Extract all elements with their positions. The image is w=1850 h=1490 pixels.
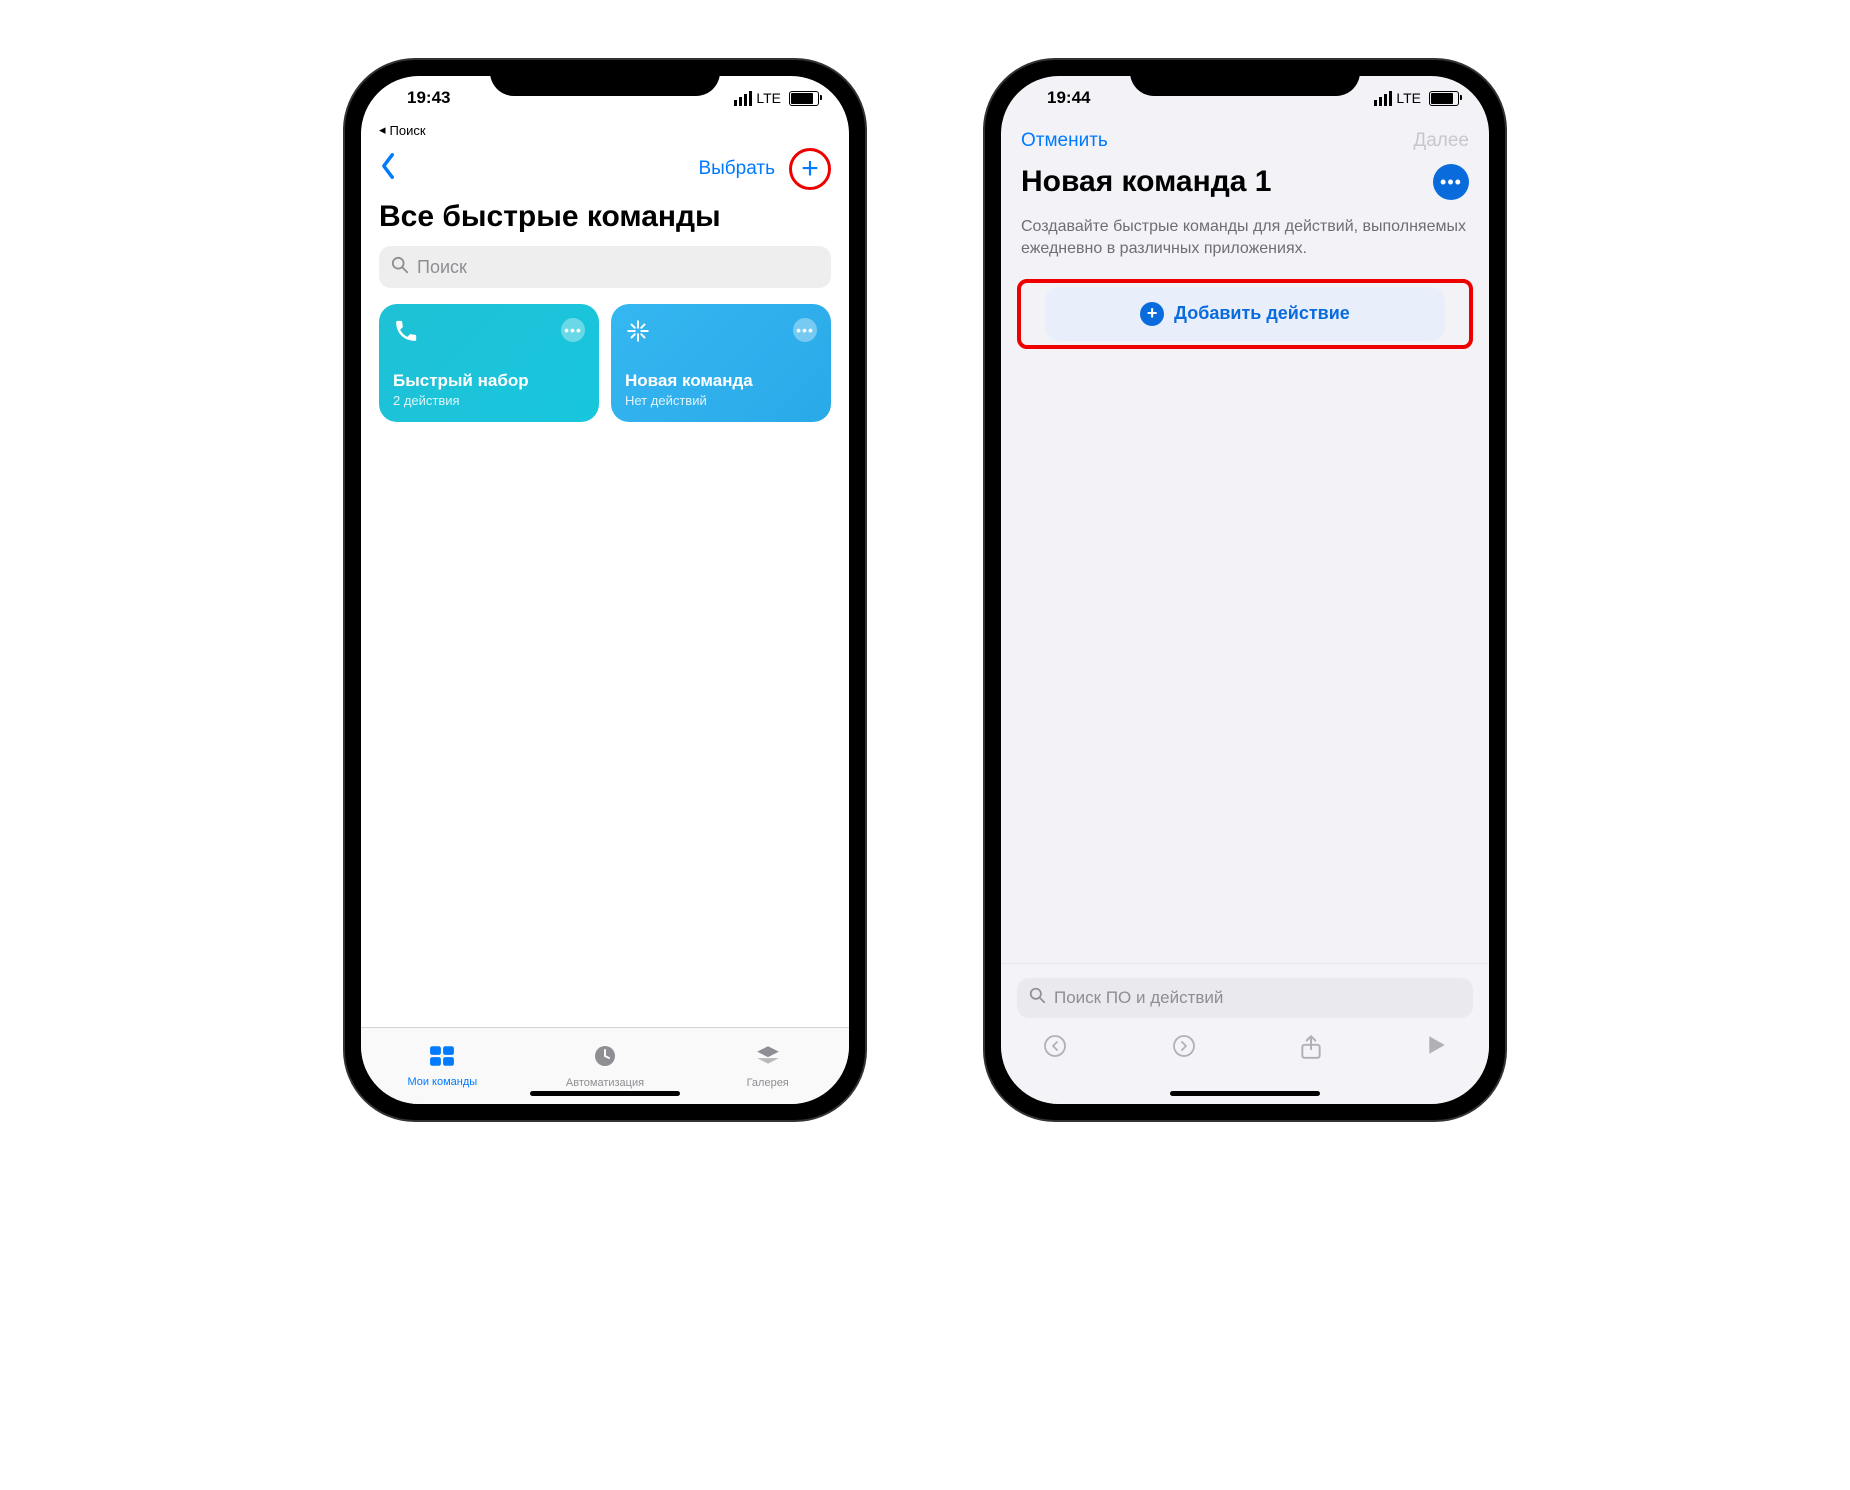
add-action-button[interactable]: + Добавить действие [1045, 287, 1445, 341]
editor-toolbar [1017, 1018, 1473, 1094]
page-title: Все быстрые команды [361, 200, 849, 246]
network-label: LTE [756, 90, 781, 106]
status-right: LTE [734, 90, 819, 106]
breadcrumb-label: Поиск [390, 123, 426, 138]
search-placeholder: Поиск [417, 257, 467, 278]
status-time: 19:43 [391, 88, 450, 108]
tab-my-shortcuts[interactable]: Мои команды [361, 1028, 524, 1104]
shortcut-card[interactable]: ••• Новая команда Нет действий [611, 304, 831, 422]
title-row: Новая команда 1 ••• [1001, 160, 1489, 210]
card-subtitle: 2 действия [393, 393, 585, 408]
add-action-highlight: + Добавить действие [1017, 279, 1473, 349]
tab-label: Галерея [747, 1077, 789, 1089]
action-search-placeholder: Поиск ПО и действий [1054, 988, 1223, 1008]
tab-label: Мои команды [407, 1076, 477, 1088]
notch [1130, 60, 1360, 96]
magic-icon [625, 318, 651, 350]
card-subtitle: Нет действий [625, 393, 817, 408]
battery-icon [789, 91, 819, 106]
tab-label: Автоматизация [566, 1077, 644, 1089]
network-label: LTE [1396, 90, 1421, 106]
tab-gallery[interactable]: Галерея [686, 1028, 849, 1104]
chevron-left-icon [379, 152, 397, 180]
signal-icon [1374, 91, 1392, 106]
phone-frame-left: 19:43 LTE ◂ Поиск Выбрать + Все быстрые … [345, 60, 865, 1120]
search-input[interactable]: Поиск [379, 246, 831, 288]
home-indicator[interactable] [1170, 1091, 1320, 1096]
screen-right: 19:44 LTE Отменить Далее Новая команда 1… [1001, 76, 1489, 1104]
nav-bar: Выбрать + [361, 144, 849, 200]
signal-icon [734, 91, 752, 106]
action-search-input[interactable]: Поиск ПО и действий [1017, 978, 1473, 1018]
settings-button[interactable]: ••• [1433, 164, 1469, 200]
shortcuts-grid: ••• Быстрый набор 2 действия ••• Новая к… [361, 288, 849, 438]
select-button[interactable]: Выбрать [698, 158, 775, 180]
add-action-label: Добавить действие [1174, 303, 1350, 324]
grid-icon [429, 1045, 455, 1073]
next-button[interactable]: Далее [1413, 130, 1469, 152]
description-text: Создавайте быстрые команды для действий,… [1001, 210, 1489, 279]
shortcut-card[interactable]: ••• Быстрый набор 2 действия [379, 304, 599, 422]
share-button[interactable] [1300, 1034, 1322, 1066]
bottom-sheet[interactable]: Поиск ПО и действий [1001, 963, 1489, 1104]
clock-icon [593, 1044, 617, 1074]
back-button[interactable] [379, 152, 397, 187]
search-icon [391, 256, 409, 279]
breadcrumb-chevron-icon: ◂ [379, 122, 386, 138]
add-shortcut-button[interactable]: + [801, 156, 819, 182]
card-title: Быстрый набор [393, 371, 585, 391]
layers-icon [755, 1044, 781, 1074]
modal-nav: Отменить Далее [1001, 120, 1489, 160]
redo-button[interactable] [1172, 1034, 1196, 1066]
shortcut-title: Новая команда 1 [1021, 165, 1271, 199]
status-time: 19:44 [1031, 88, 1090, 108]
add-button-highlight: + [789, 148, 831, 190]
card-title: Новая команда [625, 371, 817, 391]
search-icon [1029, 987, 1046, 1009]
phone-icon [393, 318, 419, 350]
card-menu-button[interactable]: ••• [793, 318, 817, 342]
card-menu-button[interactable]: ••• [561, 318, 585, 342]
breadcrumb[interactable]: ◂ Поиск [361, 120, 849, 144]
home-indicator[interactable] [530, 1091, 680, 1096]
dots-icon: ••• [1440, 172, 1462, 193]
status-right: LTE [1374, 90, 1459, 106]
cancel-button[interactable]: Отменить [1021, 130, 1108, 152]
phone-frame-right: 19:44 LTE Отменить Далее Новая команда 1… [985, 60, 1505, 1120]
notch [490, 60, 720, 96]
undo-button[interactable] [1043, 1034, 1067, 1066]
battery-icon [1429, 91, 1459, 106]
run-button[interactable] [1427, 1034, 1447, 1066]
plus-circle-icon: + [1140, 302, 1164, 326]
screen-left: 19:43 LTE ◂ Поиск Выбрать + Все быстрые … [361, 76, 849, 1104]
